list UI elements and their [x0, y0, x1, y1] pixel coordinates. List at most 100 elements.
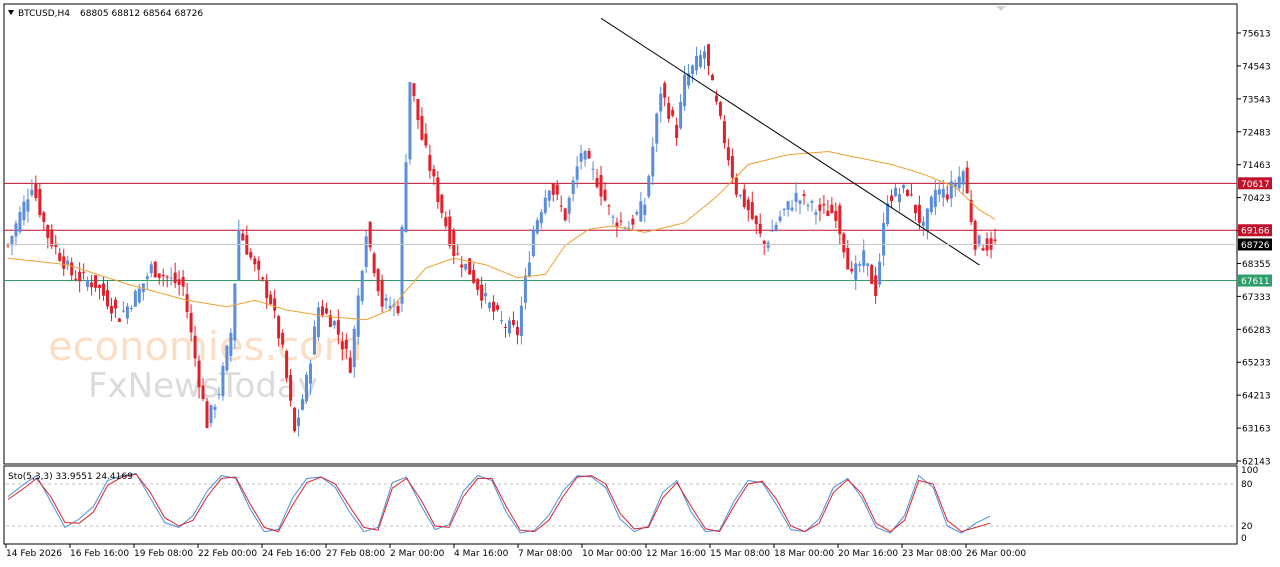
stoch-tick-label: 20: [1241, 522, 1253, 532]
candle-body: [798, 200, 802, 204]
candle-body: [543, 197, 547, 213]
candle-body: [233, 283, 237, 341]
time-tick-label: 20 Mar 16:00: [838, 549, 898, 559]
candle-body: [993, 239, 997, 242]
candle-body: [396, 306, 400, 314]
candle-body: [165, 276, 169, 278]
level-tag-70617: 70617: [1241, 180, 1270, 190]
candle-body: [456, 253, 460, 255]
candle-body: [571, 180, 575, 195]
time-axis: 14 Feb 2026 16 Feb 16:00 19 Feb 08:00 22 Fe…: [5, 544, 1026, 559]
time-tick-label: 16 Feb 16:00: [70, 549, 129, 559]
candle-body: [858, 264, 862, 266]
candle-body: [504, 326, 507, 328]
time-tick-label: 7 Mar 08:00: [518, 549, 573, 559]
candle-body: [460, 264, 464, 268]
candle-body: [714, 95, 718, 102]
candle: [372, 251, 376, 277]
candle-body: [862, 250, 866, 266]
price-tick-label: 64213: [1242, 392, 1271, 402]
candle-body: [531, 229, 535, 256]
candle-body: [221, 366, 225, 397]
candle-body: [766, 242, 770, 248]
candle-body: [229, 332, 233, 357]
candle-body: [269, 294, 273, 304]
candle-body: [587, 150, 591, 159]
time-tick-label: 12 Mar 16:00: [646, 549, 706, 559]
candle-body: [818, 204, 822, 211]
candle-body: [169, 277, 173, 279]
candle-body: [989, 238, 993, 250]
candle-body: [579, 153, 583, 162]
candle-body: [78, 271, 82, 282]
candle-body: [515, 326, 519, 336]
candle-body: [738, 194, 742, 197]
candle-body: [197, 360, 201, 388]
price-tick-label: 67333: [1242, 293, 1271, 303]
candle-body: [452, 230, 456, 256]
candle-body: [647, 176, 651, 197]
price-tick-label: 72483: [1242, 128, 1271, 138]
candle-body: [102, 283, 106, 296]
candle-body: [603, 189, 607, 201]
candle-body: [595, 178, 599, 188]
candle-body: [360, 270, 364, 302]
candle-body: [913, 204, 917, 214]
price-tick-label: 71463: [1242, 161, 1271, 171]
candle-body: [945, 194, 949, 200]
candle-body: [308, 363, 312, 384]
candle-body: [898, 194, 902, 203]
candle-body: [937, 189, 941, 195]
candle-body: [185, 294, 189, 313]
candle-body: [643, 204, 647, 216]
candle-body: [364, 236, 368, 268]
candle-body: [253, 258, 257, 265]
candle: [360, 269, 364, 305]
candle-body: [535, 220, 539, 234]
candle-body: [106, 290, 109, 307]
time-tick-label: 24 Feb 16:00: [262, 549, 321, 559]
candle-body: [297, 417, 301, 427]
candle-body: [519, 305, 523, 336]
candle: [563, 207, 567, 222]
candle-body: [109, 305, 113, 314]
candle-body: [973, 220, 977, 250]
candle-body: [790, 207, 794, 211]
candle-body: [909, 194, 913, 196]
candle-body: [874, 275, 878, 296]
price-tick-label: 68355: [1242, 260, 1271, 270]
candle-body: [854, 263, 858, 280]
time-tick-label: 18 Mar 00:00: [774, 549, 834, 559]
candle-body: [810, 200, 814, 203]
candle-body: [488, 302, 492, 309]
candle-body: [444, 217, 448, 227]
candle-body: [376, 269, 380, 292]
candle-body: [882, 223, 886, 256]
candle-body: [440, 194, 444, 214]
candle-body: [368, 221, 372, 248]
candle-body: [10, 235, 14, 246]
candle-body: [74, 278, 78, 280]
candle-body: [336, 320, 340, 335]
candle-body: [925, 208, 929, 230]
candle-body: [814, 212, 818, 215]
candle-body: [257, 260, 261, 270]
stoch-tick-label: 0: [1241, 534, 1247, 544]
candle-body: [404, 162, 408, 233]
candle-body: [929, 196, 933, 213]
candle-body: [261, 277, 265, 280]
candle-body: [125, 306, 129, 319]
candle-body: [838, 205, 842, 235]
candle-body: [22, 201, 26, 221]
candle-body: [484, 293, 488, 297]
candle-body: [691, 65, 695, 74]
candle-body: [468, 258, 472, 275]
candle-body: [117, 318, 121, 322]
stochastic-axis: 100 80 20 0: [1241, 466, 1258, 544]
candle-body: [372, 253, 376, 274]
candle-body: [507, 320, 511, 334]
candle-body: [94, 275, 98, 288]
candle-body: [559, 205, 563, 207]
candle-body: [659, 93, 663, 112]
candle-body: [734, 177, 738, 195]
